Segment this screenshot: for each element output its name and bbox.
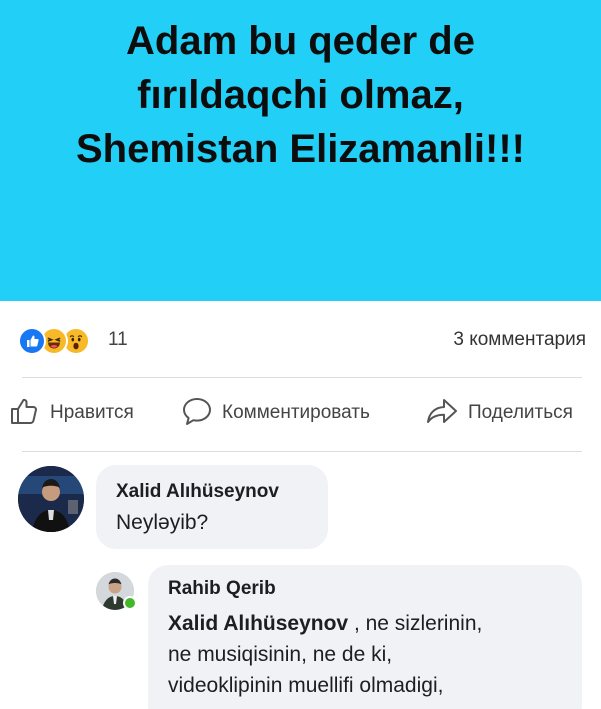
like-reaction-icon [18,327,46,355]
banner-text: Adam bu qeder de fırıldaqchi olmaz, Shem… [0,14,601,176]
comment-text: Neyləyib? [116,511,209,534]
avatar[interactable] [18,466,84,532]
banner-line-1: Adam bu qeder de [126,19,475,63]
share-arrow-icon [424,394,460,433]
post-stats: 11 3 комментария [18,323,586,357]
share-label: Поделиться [468,402,573,423]
reaction-count[interactable]: 11 [108,329,128,351]
online-status-icon [123,596,137,610]
reply-text-line-3: videoklipinin muellifi olmadigi, [168,674,444,697]
reply-text-line-1: , ne sizlerinin, [348,612,483,635]
comment-bubble-icon [180,394,214,433]
banner-line-2: fırıldaqchi olmaz, [137,73,464,117]
reply-text: Xalid Alıhüseynov , ne sizlerinin, ne mu… [168,608,578,701]
reply-author[interactable]: Rahib Qerib [168,578,276,600]
like-button[interactable]: Нравится [8,393,134,433]
reply-bubble: Rahib Qerib Xalid Alıhüseynov , ne sizle… [148,565,582,709]
divider [22,451,582,452]
comment-bubble: Xalid Alıhüseynov Neyləyib? [96,465,328,549]
comment-author[interactable]: Xalid Alıhüseynov [116,481,279,503]
thumbs-up-icon [8,394,42,433]
comment-button[interactable]: Комментировать [180,393,370,433]
reaction-icons[interactable] [18,327,102,355]
like-label: Нравится [50,402,134,423]
post-image-banner[interactable]: Adam bu qeder de fırıldaqchi olmaz, Shem… [0,0,601,301]
share-button[interactable]: Поделиться [424,393,573,433]
divider [22,377,582,378]
banner-line-3: Shemistan Elizamanli!!! [76,127,525,171]
mention-link[interactable]: Xalid Alıhüseynov [168,612,348,635]
reply-text-line-2: ne musiqisinin, ne de ki, [168,643,393,666]
comment-label: Комментировать [222,402,370,423]
post-action-bar: Нравится Комментировать Поделиться [8,393,593,433]
comments-count-link[interactable]: 3 комментария [453,329,586,351]
